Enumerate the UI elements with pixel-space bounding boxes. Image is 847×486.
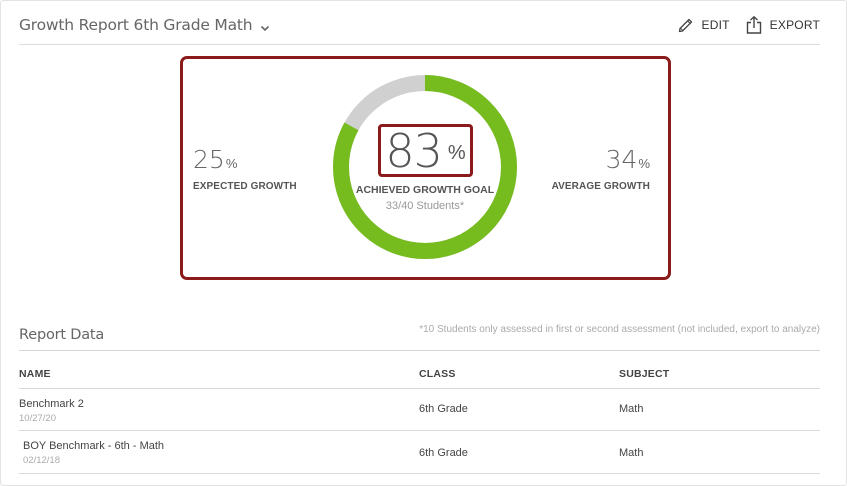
chevron-down-icon	[260, 20, 270, 32]
column-header-class[interactable]: CLASS	[419, 368, 456, 380]
expected-growth-unit: %	[225, 156, 238, 171]
share-export-icon	[744, 15, 764, 35]
pencil-icon	[676, 15, 696, 35]
report-data-note: *10 Students only assessed in first or s…	[419, 324, 820, 335]
achieved-growth-unit: %	[447, 142, 466, 164]
average-growth-label: AVERAGE GROWTH	[551, 181, 650, 192]
achieved-growth-students: 33/40 Students*	[385, 200, 465, 212]
report-table: NAME CLASS SUBJECT Benchmark 2 10/27/20 …	[19, 352, 820, 474]
row-date: 10/27/20	[19, 413, 56, 424]
table-row[interactable]: BOY Benchmark - 6th - Math 02/12/18 6th …	[19, 431, 820, 474]
report-header: Growth Report 6th Grade Math EDIT EXPORT	[19, 14, 820, 45]
row-class: 6th Grade	[419, 447, 468, 459]
row-subject: Math	[619, 403, 644, 415]
header-actions: EDIT EXPORT	[662, 15, 820, 35]
row-date: 02/12/18	[23, 455, 60, 466]
report-title-dropdown[interactable]: Growth Report 6th Grade Math	[19, 16, 270, 34]
expected-growth-stat: 25% EXPECTED GROWTH	[193, 147, 297, 192]
average-growth-unit: %	[638, 156, 650, 171]
column-header-name[interactable]: NAME	[19, 368, 51, 380]
achieved-growth-highlight: 83 %	[378, 124, 473, 177]
average-growth-value: 34	[605, 145, 638, 174]
growth-summary-card: 25% EXPECTED GROWTH 83 % ACHIEVED GROWTH…	[180, 56, 671, 280]
expected-growth-label: EXPECTED GROWTH	[193, 181, 297, 192]
export-label: EXPORT	[769, 18, 820, 32]
row-class: 6th Grade	[419, 403, 468, 415]
report-data-header: Report Data *10 Students only assessed i…	[19, 320, 820, 351]
column-header-subject[interactable]: SUBJECT	[619, 368, 669, 380]
edit-label: EDIT	[701, 18, 730, 32]
report-data-title: Report Data	[19, 327, 105, 343]
export-button[interactable]: EXPORT	[744, 15, 820, 35]
achieved-growth-value: 83	[385, 123, 443, 178]
table-row[interactable]: Benchmark 2 10/27/20 6th Grade Math	[19, 389, 820, 431]
average-growth-stat: 34% AVERAGE GROWTH	[552, 147, 650, 192]
edit-button[interactable]: EDIT	[676, 15, 730, 35]
report-title: Growth Report 6th Grade Math	[19, 16, 253, 34]
row-name[interactable]: BOY Benchmark - 6th - Math	[23, 440, 164, 452]
table-header-row: NAME CLASS SUBJECT	[19, 352, 820, 389]
achieved-growth-label: ACHIEVED GROWTH GOAL	[355, 184, 495, 196]
expected-growth-value: 25	[193, 145, 225, 174]
row-name[interactable]: Benchmark 2	[19, 398, 84, 410]
row-subject: Math	[619, 447, 644, 459]
